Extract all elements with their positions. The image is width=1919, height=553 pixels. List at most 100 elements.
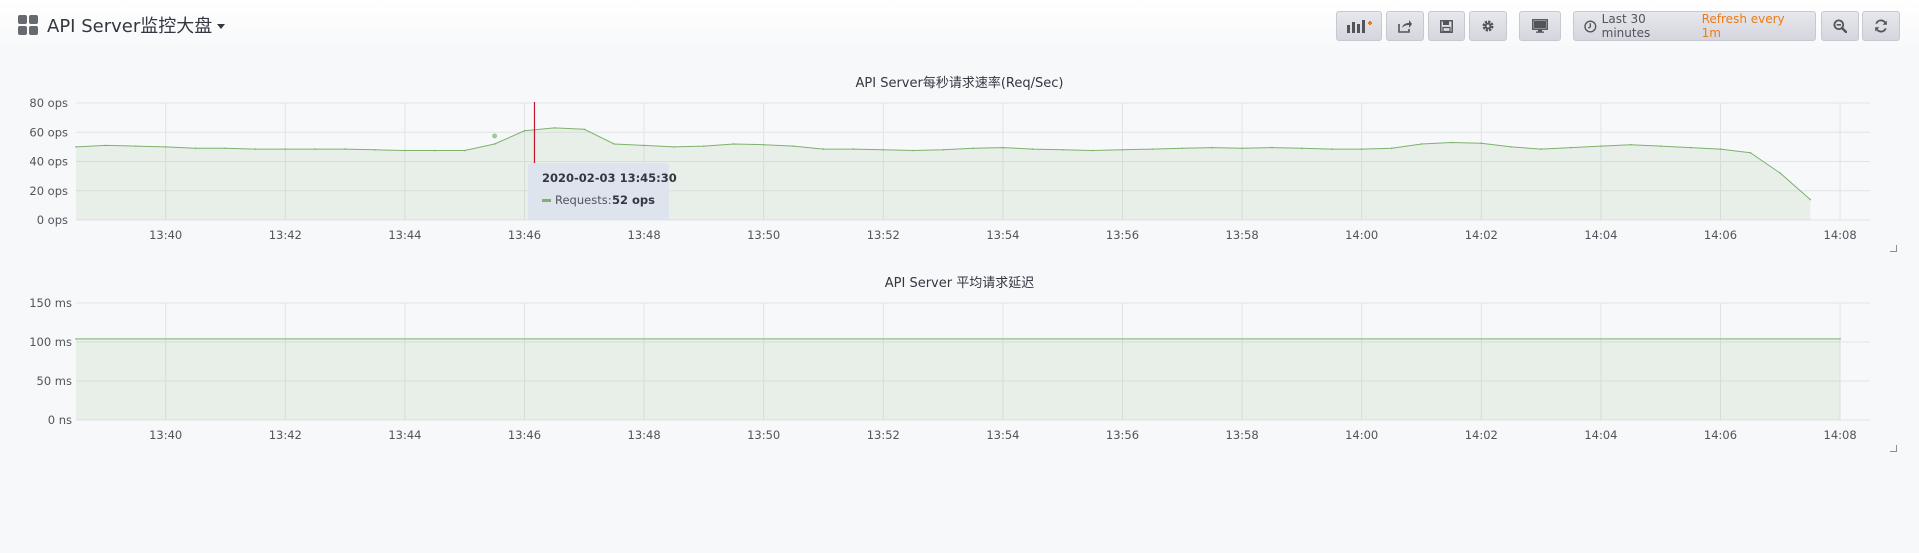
time-picker-button[interactable]: Last 30 minutes Refresh every 1m xyxy=(1573,11,1816,41)
series-point xyxy=(1659,145,1662,147)
series-point xyxy=(1271,146,1273,149)
series-point xyxy=(1749,151,1752,154)
series-point xyxy=(1480,142,1483,145)
latency-chart[interactable]: 0 ns 50 ms 100 ms 150 ms 13:40 13:42 13:44 13:4… xyxy=(0,290,1919,460)
x-tick-label: 13:44 xyxy=(388,228,421,242)
zoom-out-button[interactable] xyxy=(1821,11,1859,41)
x-tick-label: 14:02 xyxy=(1465,428,1498,442)
series-point xyxy=(1570,146,1572,149)
x-tick-label: 13:48 xyxy=(628,228,661,242)
x-tick-label: 13:40 xyxy=(149,428,182,442)
save-icon xyxy=(1440,19,1453,33)
series-point xyxy=(822,148,825,150)
x-tick-label: 14:06 xyxy=(1704,228,1737,242)
series-point xyxy=(224,147,227,150)
panel-resize-handle[interactable] xyxy=(1890,445,1897,452)
x-tick-label: 13:52 xyxy=(867,228,900,242)
series-point xyxy=(1540,148,1542,150)
series-point xyxy=(1779,172,1782,174)
series-point xyxy=(1390,147,1393,150)
time-range-label: Last 30 minutes xyxy=(1601,12,1651,40)
y-tick-label: 0 ops xyxy=(37,213,68,227)
y-tick-label: 100 ms xyxy=(29,335,72,349)
series-point xyxy=(942,149,944,151)
dashboard-picker[interactable]: API Server监控大盘 xyxy=(18,10,226,40)
series-point xyxy=(882,149,885,151)
series-point xyxy=(1689,146,1692,149)
panel-title-latency: API Server 平均请求延迟 xyxy=(884,276,1035,291)
series-point xyxy=(1809,198,1811,201)
x-tick-label: 14:04 xyxy=(1584,228,1617,242)
series-point xyxy=(673,146,675,148)
x-tick-label: 14:08 xyxy=(1824,228,1857,242)
series-point xyxy=(1420,143,1423,145)
panel-title-request-rate: API Server每秒请求速率(Req/Sec) xyxy=(855,76,1064,91)
y-tick-label: 50 ms xyxy=(37,374,72,388)
x-tick-label: 14:00 xyxy=(1345,228,1378,242)
series-point xyxy=(613,143,615,145)
series-point xyxy=(344,148,346,150)
series-point xyxy=(1121,149,1124,151)
share-button[interactable] xyxy=(1386,11,1424,41)
series-point xyxy=(1151,148,1154,150)
x-tick-label: 13:48 xyxy=(628,428,661,442)
add-panel-button[interactable] xyxy=(1336,11,1382,41)
series-point xyxy=(762,143,765,146)
save-button[interactable] xyxy=(1428,11,1465,41)
y-tick-label: 0 ns xyxy=(48,413,72,427)
series-point xyxy=(792,145,795,147)
series-point xyxy=(105,144,107,147)
x-tick-label: 13:40 xyxy=(149,228,182,242)
x-tick-label: 13:56 xyxy=(1106,428,1139,442)
series-point xyxy=(1211,146,1213,149)
x-tick-label: 13:58 xyxy=(1226,228,1259,242)
x-tick-label: 14:02 xyxy=(1465,228,1498,242)
x-tick-label: 13:42 xyxy=(269,428,302,442)
refresh-button[interactable] xyxy=(1862,11,1900,41)
series-point xyxy=(1630,143,1632,146)
series-point xyxy=(733,143,735,145)
series-point xyxy=(404,149,406,152)
hover-point-marker xyxy=(492,133,498,139)
y-tick-label: 60 ops xyxy=(29,125,68,139)
y-tick-label: 40 ops xyxy=(29,155,68,169)
series-point xyxy=(493,143,496,145)
series-area-fill xyxy=(76,127,1811,220)
panel-resize-handle[interactable] xyxy=(1890,245,1897,252)
series-point xyxy=(75,338,77,340)
series-point xyxy=(1061,149,1064,151)
clock-icon xyxy=(1584,19,1597,33)
series-point xyxy=(852,148,855,150)
x-tick-label: 14:06 xyxy=(1704,428,1737,442)
gear-icon xyxy=(1482,20,1494,32)
x-tick-label: 14:00 xyxy=(1345,428,1378,442)
x-tick-label: 13:42 xyxy=(269,228,302,242)
refresh-icon xyxy=(1875,19,1887,33)
series-point xyxy=(1331,148,1333,150)
x-tick-label: 13:46 xyxy=(508,228,541,242)
monitor-icon xyxy=(1532,19,1548,33)
series-point xyxy=(463,149,466,152)
series-point xyxy=(284,148,287,150)
series-point xyxy=(1301,147,1303,150)
tooltip-series-value: 52 ops xyxy=(612,193,655,207)
series-point xyxy=(164,146,167,148)
series-point xyxy=(374,149,376,151)
series-point xyxy=(1360,148,1363,150)
y-tick-label: 20 ops xyxy=(29,184,68,198)
x-tick-label: 14:04 xyxy=(1584,428,1617,442)
series-point xyxy=(553,127,556,129)
series-point xyxy=(523,129,526,132)
series-area-fill xyxy=(76,338,1841,420)
x-tick-label: 13:58 xyxy=(1226,428,1259,442)
request-rate-chart[interactable]: 0 ops 20 ops 40 ops 60 ops 80 ops 13:40 13:42 1… xyxy=(0,90,1919,260)
tv-mode-button[interactable] xyxy=(1519,11,1561,41)
x-tick-label: 13:54 xyxy=(986,228,1019,242)
series-point xyxy=(1510,146,1512,148)
zoom-out-icon xyxy=(1833,19,1847,33)
settings-button[interactable] xyxy=(1469,11,1507,41)
tooltip-series-swatch xyxy=(542,198,551,202)
series-point xyxy=(1032,148,1034,150)
x-tick-label: 13:50 xyxy=(747,228,780,242)
series-point xyxy=(314,148,317,150)
